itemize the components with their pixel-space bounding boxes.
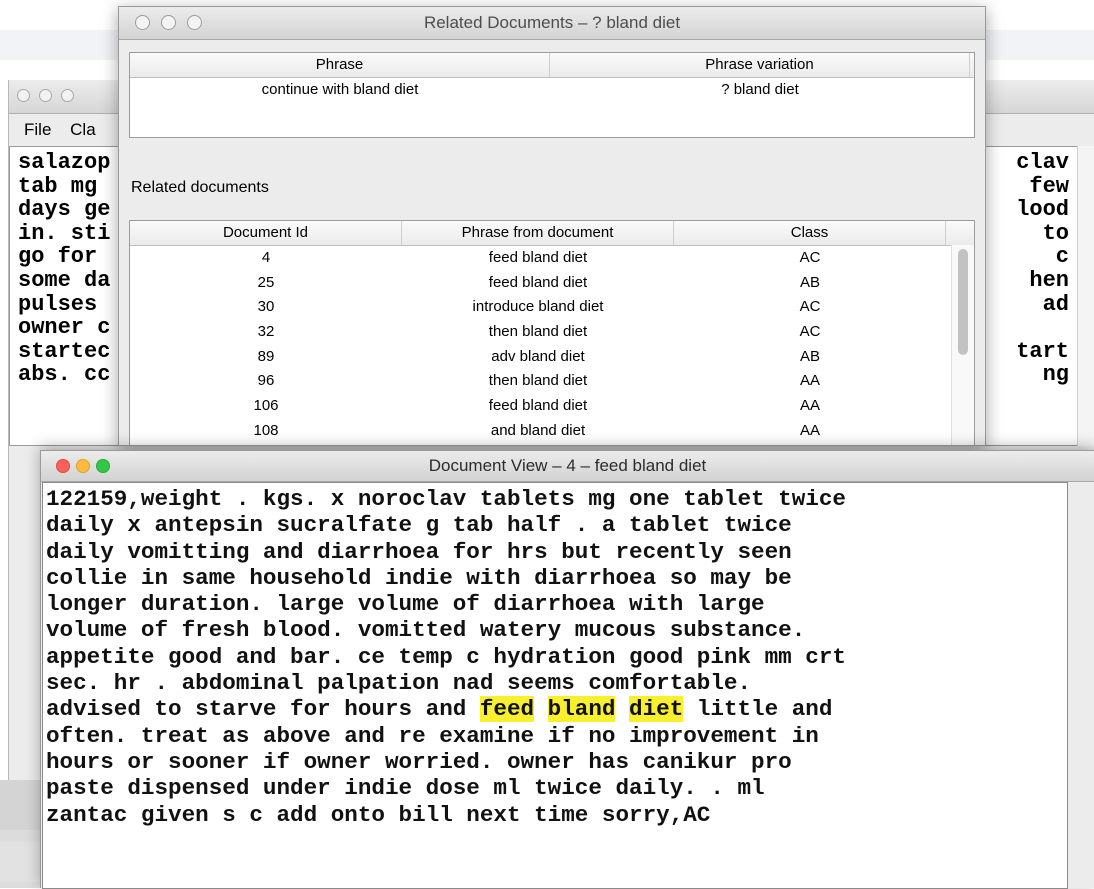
table-row[interactable]: 30 introduce bland diet AC xyxy=(130,295,974,320)
related-documents-window: Related Documents – ? bland diet Phrase … xyxy=(118,6,986,446)
header-filler xyxy=(970,53,974,77)
table-row[interactable]: 96 then bland diet AA xyxy=(130,369,974,394)
related-window-title: Related Documents – ? bland diet xyxy=(423,13,681,32)
variation-cell: ? bland diet xyxy=(721,81,799,98)
close-icon[interactable] xyxy=(56,459,70,473)
zoom-icon[interactable] xyxy=(187,15,202,30)
docs-table-scrollbar[interactable] xyxy=(951,245,974,445)
table-row[interactable]: continue with bland diet ? bland diet xyxy=(130,78,974,102)
doc-class-cell: AA xyxy=(799,372,820,390)
doc-id-cell: 4 xyxy=(261,249,271,266)
phrase-table-header: Phrase Phrase variation xyxy=(130,53,974,78)
table-row[interactable]: 106 feed bland diet AA xyxy=(130,394,974,419)
document-line-highlighted: advised to starve for hours and feed bla… xyxy=(46,696,1064,723)
document-view-titlebar: Document View – 4 – feed bland diet xyxy=(41,451,1094,482)
docs-table-header: Document Id Phrase from document Class xyxy=(130,221,974,246)
doc-id-cell: 32 xyxy=(257,323,275,341)
document-line: daily vomitting and diarrhoea for hrs bu… xyxy=(46,538,792,565)
doc-class-cell: AA xyxy=(799,397,820,415)
highlighted-phrase: diet xyxy=(629,696,684,723)
column-header-phrase-from-document[interactable]: Phrase from document xyxy=(402,221,674,245)
related-documents-table: Document Id Phrase from document Class 4… xyxy=(129,220,975,445)
table-row[interactable]: 4 feed bland diet AC xyxy=(130,246,974,271)
doc-class-cell: AC xyxy=(799,298,821,316)
line-text: advised to starve for hours and xyxy=(46,696,480,723)
document-view-title: Document View – 4 – feed bland diet xyxy=(428,456,707,475)
doc-phrase-cell: then bland diet xyxy=(488,372,588,390)
document-line: volume of fresh blood. vomitted watery m… xyxy=(46,617,806,644)
doc-class-cell: AC xyxy=(799,249,821,266)
doc-id-cell: 25 xyxy=(257,273,275,291)
column-header-phrase[interactable]: Phrase xyxy=(130,53,550,77)
zoom-icon[interactable] xyxy=(96,459,110,473)
close-icon[interactable] xyxy=(17,89,30,102)
doc-id-cell: 106 xyxy=(253,397,279,415)
doc-id-cell: 96 xyxy=(257,372,275,390)
column-header-class[interactable]: Class xyxy=(674,221,946,245)
document-view-window: Document View – 4 – feed bland diet 1221… xyxy=(40,450,1094,889)
column-header-document-id[interactable]: Document Id xyxy=(130,221,402,245)
document-line: 122159,weight . kgs. x noroclav tablets … xyxy=(46,486,846,512)
doc-id-cell: 108 xyxy=(253,421,279,439)
document-line: paste dispensed under indie dose ml twic… xyxy=(46,775,765,802)
doc-id-cell: 89 xyxy=(257,347,275,365)
doc-phrase-cell: feed bland diet xyxy=(488,397,588,415)
minimize-icon[interactable] xyxy=(76,459,90,473)
highlighted-phrase: feed xyxy=(479,696,535,723)
table-row[interactable]: 32 then bland diet AC xyxy=(130,320,974,345)
document-line: longer duration. large volume of diarrho… xyxy=(46,591,765,618)
document-line: sec. hr . abdominal palpation nad seems … xyxy=(46,670,752,697)
related-window-titlebar: Related Documents – ? bland diet xyxy=(119,7,985,40)
header-filler xyxy=(946,221,974,245)
doc-class-cell: AC xyxy=(799,323,821,341)
document-line: appetite good and bar. ce temp c hydrati… xyxy=(46,643,846,670)
document-line: hours or sooner if owner worried. owner … xyxy=(46,748,792,775)
doc-phrase-cell: and bland diet xyxy=(490,421,586,439)
close-icon[interactable] xyxy=(135,15,150,30)
highlighted-phrase: bland xyxy=(547,696,616,723)
scrollbar-thumb[interactable] xyxy=(958,249,968,355)
phrase-table: Phrase Phrase variation continue with bl… xyxy=(129,52,975,138)
document-line: zantac given s c add onto bill next time… xyxy=(46,801,711,828)
doc-class-cell: AA xyxy=(799,421,820,439)
document-line: daily x antepsin sucralfate g tab half .… xyxy=(46,512,792,539)
document-line: collie in same household indie with diar… xyxy=(46,564,792,591)
table-row[interactable]: 108 and bland diet AA xyxy=(130,419,974,444)
column-header-phrase-variation[interactable]: Phrase variation xyxy=(550,53,970,77)
document-text-area[interactable]: 122159,weight . kgs. x noroclav tablets … xyxy=(42,482,1068,889)
doc-phrase-cell: feed bland diet xyxy=(488,273,588,291)
doc-phrase-cell: then bland diet xyxy=(488,323,588,341)
minimize-icon[interactable] xyxy=(39,89,52,102)
related-documents-label: Related documents xyxy=(131,179,269,196)
phrase-cell: continue with bland diet xyxy=(261,81,419,98)
minimize-icon[interactable] xyxy=(161,15,176,30)
table-row[interactable]: 89 adv bland diet AB xyxy=(130,345,974,370)
doc-phrase-cell: adv bland diet xyxy=(491,347,585,365)
main-scrollbar[interactable] xyxy=(1077,146,1094,446)
menu-class[interactable]: Cla xyxy=(70,120,96,139)
table-row[interactable]: 25 feed bland diet AB xyxy=(130,271,974,296)
line-text: little and xyxy=(683,696,833,723)
document-line: often. treat as above and re examine if … xyxy=(46,722,819,749)
doc-class-cell: AB xyxy=(799,273,820,291)
zoom-icon[interactable] xyxy=(61,89,74,102)
doc-class-cell: AB xyxy=(799,347,820,365)
doc-phrase-cell: feed bland diet xyxy=(488,249,588,266)
doc-phrase-cell: introduce bland diet xyxy=(472,298,604,316)
menu-file[interactable]: File xyxy=(24,120,51,139)
doc-id-cell: 30 xyxy=(257,298,275,316)
